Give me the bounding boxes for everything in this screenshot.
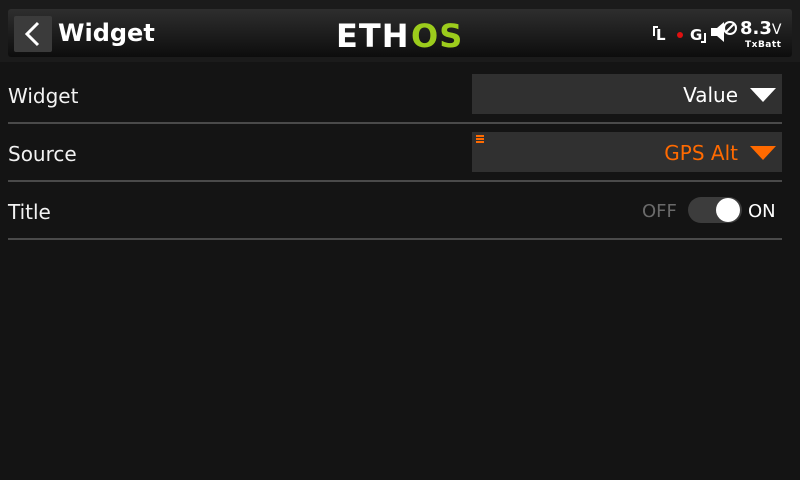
speaker-muted-icon[interactable]: [709, 19, 739, 45]
widget-dropdown-value: Value: [683, 83, 738, 107]
source-row: Source GPS Alt: [8, 124, 782, 182]
back-arrow-icon: [24, 21, 40, 47]
source-dropdown-value: GPS Alt: [664, 141, 738, 165]
source-dropdown[interactable]: GPS Alt: [472, 132, 782, 172]
svg-text:OS: OS: [411, 17, 463, 51]
toggle-knob: [716, 198, 740, 222]
title-row: Title OFF ON: [8, 182, 782, 240]
record-dot-icon: [677, 32, 683, 38]
widget-row: Widget Value: [8, 66, 782, 124]
toggle-off-label: OFF: [642, 201, 677, 222]
dropdown-arrow-icon: [750, 88, 776, 102]
title-label: Title: [8, 200, 51, 224]
title-toggle[interactable]: [688, 197, 742, 223]
svg-text:ETH: ETH: [336, 17, 409, 51]
gps-indicator: G: [690, 25, 707, 45]
battery-voltage: 8.3V: [740, 18, 782, 39]
widget-label: Widget: [8, 84, 79, 108]
ethos-logo: ETH OS: [336, 17, 463, 51]
page-title: Widget: [58, 19, 155, 47]
source-label: Source: [8, 142, 77, 166]
dropdown-arrow-icon: [750, 146, 776, 160]
battery-label: TxBatt: [745, 40, 782, 50]
row-divider: [8, 238, 782, 240]
toggle-on-label: ON: [748, 201, 776, 222]
widget-dropdown[interactable]: Value: [472, 74, 782, 114]
source-marker-icon: [476, 135, 484, 144]
back-button[interactable]: [14, 16, 52, 52]
log-indicator: L: [653, 25, 666, 45]
